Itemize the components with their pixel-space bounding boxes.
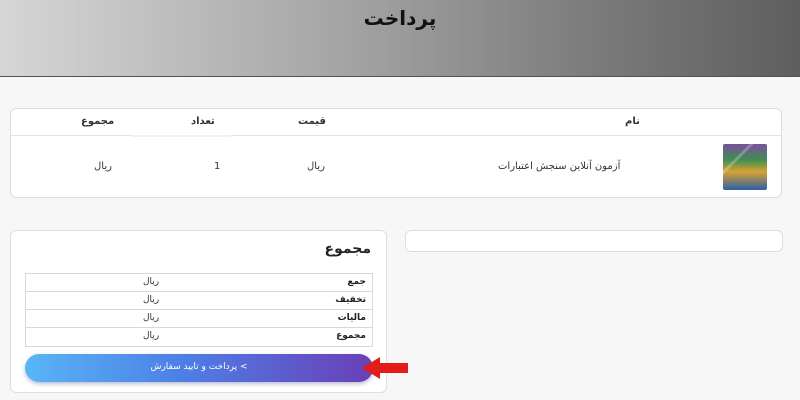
totals-value: ریال <box>143 295 160 305</box>
order-totals-card: مجموع جمع ریال تخفیف ریال مالیات ریال مج… <box>10 230 387 393</box>
product-price: ریال <box>307 161 325 172</box>
column-header-name: نام <box>625 116 640 127</box>
totals-label: تخفیف <box>335 295 366 305</box>
pay-and-confirm-button[interactable]: پرداخت و تایید سفارش < <box>25 354 373 382</box>
totals-value: ریال <box>143 277 160 287</box>
product-thumbnail[interactable] <box>723 144 767 190</box>
page-header: پرداخت <box>0 0 800 77</box>
product-quantity: 1 <box>214 161 221 172</box>
table-row: آزمون آنلاین سنجش اعتبارات ریال 1 ریال <box>11 137 781 197</box>
totals-value: ریال <box>143 331 160 341</box>
totals-table: جمع ریال تخفیف ریال مالیات ریال مجموع ری… <box>25 273 373 347</box>
column-header-total: مجموع <box>81 116 115 127</box>
product-subtotal: ریال <box>94 161 112 172</box>
totals-label: جمع <box>347 277 366 287</box>
cart-table: نام قیمت تعداد مجموع آزمون آنلاین سنجش ا… <box>10 108 782 198</box>
cart-table-header: نام قیمت تعداد مجموع <box>11 109 781 137</box>
totals-row-tax: مالیات ریال <box>26 310 372 328</box>
totals-title: مجموع <box>324 241 371 257</box>
totals-label: مالیات <box>337 313 366 323</box>
totals-row-sum: جمع ریال <box>26 274 372 292</box>
page-title: پرداخت <box>363 6 437 30</box>
totals-row-total: مجموع ریال <box>26 328 372 346</box>
totals-label: مجموع <box>336 331 366 341</box>
totals-value: ریال <box>143 313 160 323</box>
red-arrow-annotation-icon <box>362 357 408 379</box>
totals-row-discount: تخفیف ریال <box>26 292 372 310</box>
empty-panel <box>405 230 783 252</box>
column-header-price: قیمت <box>298 116 326 127</box>
column-header-qty: تعداد <box>191 116 215 127</box>
product-name-link[interactable]: آزمون آنلاین سنجش اعتبارات <box>498 161 620 172</box>
pay-button-label: پرداخت و تایید سفارش < <box>150 362 248 372</box>
